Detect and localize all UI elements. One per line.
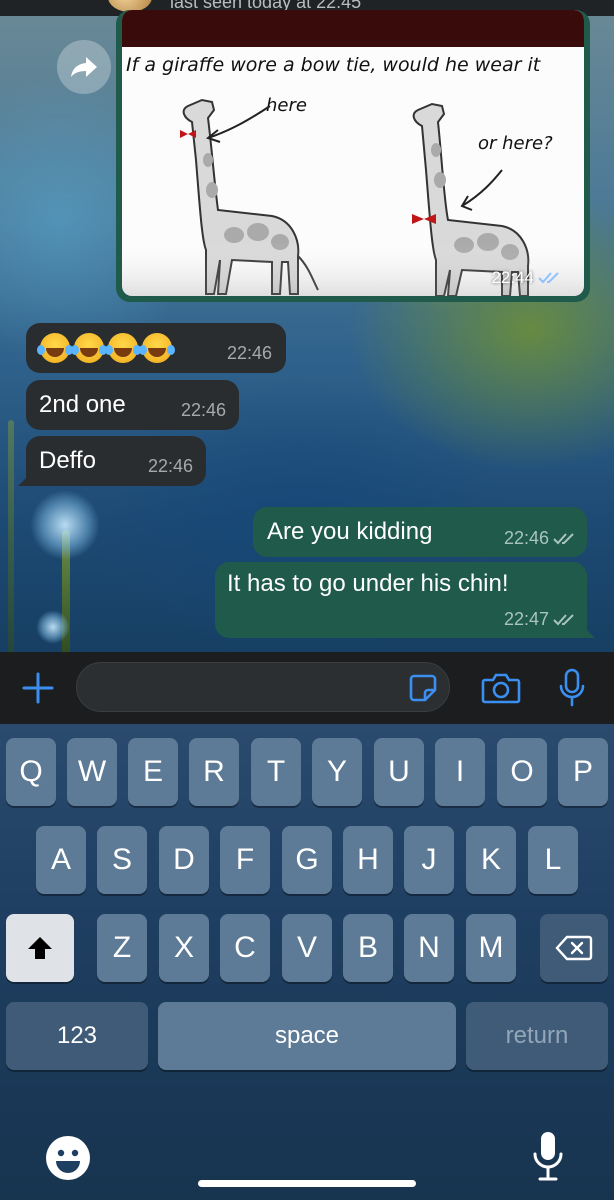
key-a[interactable]: A	[36, 826, 86, 894]
key-j[interactable]: J	[404, 826, 454, 894]
message-bubble[interactable]: Are you kidding 22:46	[253, 507, 587, 557]
message-text: 2nd one	[39, 391, 126, 418]
home-indicator[interactable]	[198, 1180, 416, 1187]
key-p[interactable]: P	[558, 738, 608, 806]
keyboard: Q W E R T Y U I O P A S D F G H J K L Z …	[0, 724, 614, 1200]
key-b[interactable]: B	[343, 914, 393, 982]
laughing-emoji-icon	[139, 333, 172, 363]
emoji-keyboard-button[interactable]	[44, 1134, 92, 1182]
message-text: Deffo	[39, 447, 96, 474]
wallpaper-dandelion	[30, 490, 100, 560]
key-o[interactable]: O	[497, 738, 547, 806]
message-time: 22:47	[503, 609, 549, 629]
return-key[interactable]: return	[466, 1002, 608, 1070]
plus-icon	[22, 672, 54, 704]
read-receipt-icon	[553, 532, 574, 544]
sticker-button[interactable]	[407, 672, 439, 704]
laughing-emoji-icon	[71, 333, 104, 363]
key-f[interactable]: F	[220, 826, 270, 894]
giraffe-illustration	[122, 98, 584, 296]
attach-button[interactable]	[18, 668, 58, 708]
laughing-emoji-icon	[37, 333, 70, 363]
microphone-icon	[559, 668, 585, 707]
read-receipt-icon	[553, 613, 574, 625]
dictation-button[interactable]	[526, 1128, 570, 1184]
key-h[interactable]: H	[343, 826, 393, 894]
sticker-icon	[409, 674, 437, 702]
key-d[interactable]: D	[159, 826, 209, 894]
giraffe-meme-image[interactable]: If a giraffe wore a bow tie, would he we…	[122, 10, 584, 296]
message-text: It has to go under his chin!	[227, 570, 509, 597]
key-r[interactable]: R	[189, 738, 239, 806]
message-bubble[interactable]: It has to go under his chin! 22:47	[215, 562, 595, 638]
laughing-emoji-icon	[105, 333, 138, 363]
bubble-tail	[581, 624, 595, 638]
camera-icon	[481, 673, 521, 704]
message-time: 22:46	[226, 343, 272, 363]
key-e[interactable]: E	[128, 738, 178, 806]
forward-icon	[71, 57, 97, 77]
message-timestamp: 22:44	[491, 268, 562, 288]
backspace-key[interactable]	[540, 914, 608, 982]
key-k[interactable]: K	[466, 826, 516, 894]
message-bubble[interactable]: Deffo 22:46	[18, 436, 206, 486]
message-text: Are you kidding	[267, 518, 433, 545]
voice-message-button[interactable]	[552, 666, 592, 710]
shift-icon	[28, 937, 52, 959]
key-x[interactable]: X	[159, 914, 209, 982]
emoji-icon	[46, 1136, 90, 1180]
forward-button[interactable]	[57, 40, 111, 94]
numbers-key[interactable]: 123	[6, 1002, 148, 1070]
space-key[interactable]: space	[158, 1002, 456, 1070]
key-u[interactable]: U	[374, 738, 424, 806]
message-time: 22:46	[180, 400, 226, 420]
wallpaper-stalk	[8, 420, 14, 652]
key-s[interactable]: S	[97, 826, 147, 894]
key-t[interactable]: T	[251, 738, 301, 806]
chat-area: last seen today at 22:45 If a giraffe wo…	[0, 0, 614, 652]
message-bubble[interactable]: 2nd one 22:46	[26, 380, 239, 430]
key-l[interactable]: L	[528, 826, 578, 894]
key-y[interactable]: Y	[312, 738, 362, 806]
key-n[interactable]: N	[404, 914, 454, 982]
image-message-time: 22:44	[491, 268, 534, 287]
camera-button[interactable]	[480, 668, 522, 708]
key-i[interactable]: I	[435, 738, 485, 806]
key-g[interactable]: G	[282, 826, 332, 894]
message-meta: 22:47	[504, 609, 577, 630]
key-c[interactable]: C	[220, 914, 270, 982]
read-receipt-icon	[538, 272, 559, 284]
key-m[interactable]: M	[466, 914, 516, 982]
dictation-icon	[533, 1132, 563, 1181]
message-meta: 22:46	[504, 528, 577, 549]
message-input[interactable]	[76, 662, 450, 712]
message-time: 22:46	[503, 528, 549, 548]
shift-key[interactable]	[6, 914, 74, 982]
wallpaper-dandelion	[36, 610, 70, 644]
key-z[interactable]: Z	[97, 914, 147, 982]
message-input-bar	[0, 652, 614, 724]
message-time: 22:46	[147, 456, 193, 476]
key-v[interactable]: V	[282, 914, 332, 982]
key-q[interactable]: Q	[6, 738, 56, 806]
key-w[interactable]: W	[67, 738, 117, 806]
message-bubble[interactable]: 22:46	[26, 323, 286, 373]
image-message[interactable]: If a giraffe wore a bow tie, would he we…	[116, 10, 590, 302]
backspace-icon	[555, 935, 593, 961]
bubble-tail	[18, 472, 32, 486]
